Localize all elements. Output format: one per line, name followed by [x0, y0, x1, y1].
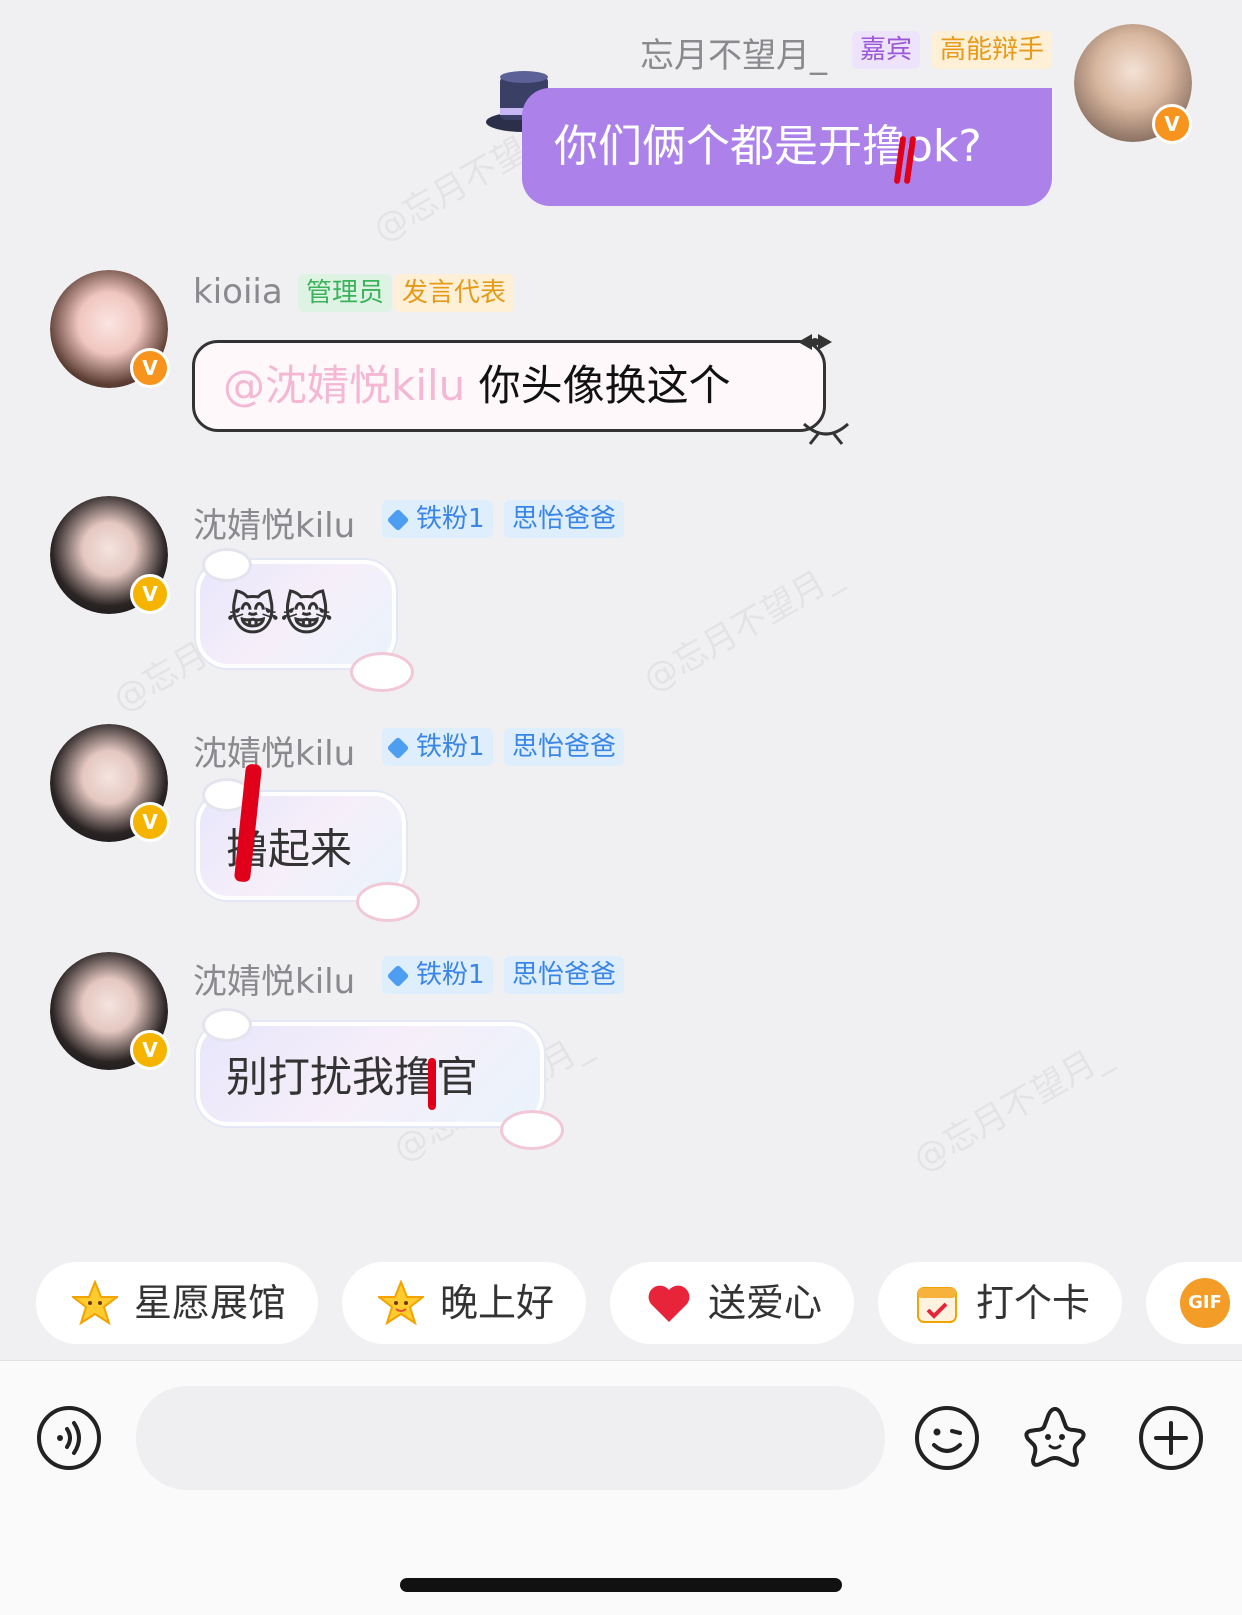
- quick-reply-good-evening[interactable]: 晚上好: [342, 1262, 586, 1344]
- bubble-decoration: [202, 548, 252, 582]
- diamond-icon: [386, 736, 410, 759]
- star-smile-icon: [72, 1280, 118, 1326]
- message-text: 你们俩个都是开撸ok?: [554, 121, 982, 172]
- calendar-icon: [917, 1287, 957, 1323]
- sender-name: kioiia: [193, 272, 283, 312]
- heart-icon: [648, 1285, 690, 1322]
- message-bubble[interactable]: @沈婧悦kilu 你头像换这个: [192, 340, 826, 432]
- verified-badge: V: [1152, 104, 1192, 144]
- speaker-tag: 发言代表: [394, 274, 515, 312]
- message-text: 别打扰我撸官: [226, 1052, 479, 1102]
- voice-icon[interactable]: [36, 1405, 102, 1471]
- home-indicator[interactable]: [400, 1578, 842, 1592]
- message-bubble[interactable]: 别打扰我撸官: [196, 1022, 544, 1126]
- watermark: @忘月不望月_: [636, 554, 848, 701]
- red-annotation-mark: [428, 1058, 436, 1110]
- chat-area[interactable]: @忘月不望月_ @忘月不望月_ @忘月不望月_ @忘月不望月_ @忘月不望月_ …: [0, 0, 1242, 1360]
- quick-reply-label: 打个卡: [976, 1281, 1091, 1325]
- diamond-icon: [386, 964, 410, 987]
- sender-name: 沈婧悦kilu: [193, 734, 356, 774]
- custom-tag: 思怡爸爸: [504, 728, 625, 766]
- quick-reply-stellar-hall[interactable]: 星愿展馆: [36, 1262, 318, 1344]
- diamond-icon: [386, 508, 410, 531]
- emoji-icon[interactable]: [914, 1405, 980, 1471]
- message-text: 😹😹: [226, 587, 334, 641]
- sticker-star-icon[interactable]: [1022, 1405, 1088, 1471]
- plus-icon[interactable]: [1138, 1405, 1204, 1471]
- verified-badge: V: [130, 1030, 170, 1070]
- sender-name: 沈婧悦kilu: [193, 506, 356, 546]
- fan-level-tag: 铁粉1: [382, 956, 493, 994]
- quick-reply-label: 晚上好: [440, 1281, 555, 1325]
- message-input[interactable]: [136, 1386, 885, 1490]
- bubble-decoration: [350, 652, 414, 692]
- gif-icon: GIF: [1180, 1278, 1230, 1328]
- verified-badge: V: [130, 574, 170, 614]
- mention-link[interactable]: @沈婧悦kilu: [223, 361, 465, 410]
- admin-tag: 管理员: [298, 274, 393, 312]
- debater-tag: 高能辩手: [932, 31, 1053, 69]
- bubble-decoration: [500, 1110, 564, 1150]
- message-text: 你头像换这个: [478, 361, 731, 410]
- watermark: @忘月不望月_: [906, 1034, 1118, 1181]
- bubble-decoration: [356, 882, 420, 922]
- sender-name: 沈婧悦kilu: [193, 962, 356, 1002]
- input-bar: [0, 1360, 1242, 1615]
- quick-reply-label: 送爱心: [708, 1281, 823, 1325]
- custom-tag: 思怡爸爸: [504, 500, 625, 538]
- fan-level-tag: 铁粉1: [382, 500, 493, 538]
- fan-level-tag: 铁粉1: [382, 728, 493, 766]
- guest-tag: 嘉宾: [852, 31, 921, 69]
- ribbon-icon: [802, 422, 850, 445]
- sender-name: 忘月不望月_: [640, 36, 827, 76]
- quick-reply-label: 星愿展馆: [134, 1281, 287, 1325]
- quick-reply-check-in[interactable]: 打个卡: [878, 1262, 1122, 1344]
- verified-badge: V: [130, 802, 170, 842]
- quick-reply-gif[interactable]: GIF: [1146, 1262, 1242, 1344]
- verified-badge: V: [130, 348, 170, 388]
- message-bubble[interactable]: 你们俩个都是开撸ok?: [522, 88, 1052, 206]
- star-face-icon: [378, 1280, 424, 1326]
- custom-tag: 思怡爸爸: [504, 956, 625, 994]
- bow-icon: [798, 334, 832, 350]
- bubble-decoration: [202, 1008, 252, 1042]
- quick-reply-send-love[interactable]: 送爱心: [610, 1262, 854, 1344]
